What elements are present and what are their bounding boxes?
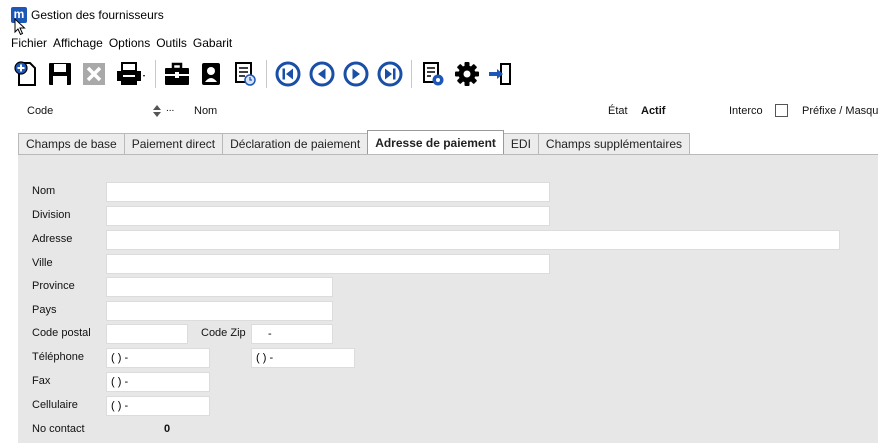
interco-checkbox[interactable] (775, 104, 788, 117)
print-icon (117, 62, 145, 85)
province-label: Province (32, 280, 75, 292)
toolbar-separator (411, 60, 412, 88)
code-postal-label: Code postal (32, 327, 91, 339)
toolbar (11, 56, 516, 92)
telephone-input[interactable]: ( ) - (106, 348, 210, 368)
code-postal-input[interactable] (106, 324, 188, 344)
tab-paiement-direct[interactable]: Paiement direct (123, 133, 224, 154)
exit-icon (489, 63, 511, 85)
delete-button[interactable] (79, 59, 109, 89)
interco-label: Interco (729, 105, 763, 117)
menu-outils[interactable]: Outils (156, 36, 187, 54)
toolbar-separator (155, 60, 156, 88)
no-contact-label: No contact (32, 423, 85, 435)
report-settings-button[interactable] (418, 59, 448, 89)
no-contact-value: 0 (164, 423, 171, 435)
ville-input[interactable] (106, 254, 550, 274)
contact-card-icon (202, 63, 220, 85)
division-input[interactable] (106, 206, 550, 226)
code-label: Code (27, 105, 54, 117)
calendar-icon (235, 62, 256, 86)
tab-strip: Champs de base Paiement direct Déclarati… (18, 130, 690, 154)
spinner-arrows-icon (153, 105, 161, 117)
nom-input[interactable] (106, 182, 550, 202)
code-lookup-button[interactable]: ... (166, 103, 174, 114)
pays-input[interactable] (106, 301, 333, 321)
contact-card-button[interactable] (196, 59, 226, 89)
exit-button[interactable] (486, 59, 516, 89)
save-button[interactable] (45, 59, 75, 89)
delete-icon (83, 63, 105, 85)
tab-champs-supplementaires[interactable]: Champs supplémentaires (537, 133, 690, 154)
fax-input[interactable]: ( ) - (106, 372, 210, 392)
first-record-button[interactable] (273, 59, 303, 89)
window: m Gestion des fournisseurs Fichier Affic… (0, 0, 878, 443)
print-button[interactable] (113, 59, 149, 89)
briefcase-button[interactable] (162, 59, 192, 89)
menu-options[interactable]: Options (109, 36, 150, 54)
new-button[interactable] (11, 59, 41, 89)
tab-declaration-de-paiement[interactable]: Déclaration de paiement (222, 133, 369, 154)
record-header: Code ... Nom État Actif Interco Préfixe … (0, 100, 878, 122)
ville-label: Ville (32, 257, 53, 269)
menu-affichage[interactable]: Affichage (53, 36, 103, 54)
next-record-button[interactable] (341, 59, 371, 89)
window-title: Gestion des fournisseurs (31, 8, 164, 22)
toolbar-separator (266, 60, 267, 88)
settings-button[interactable] (452, 59, 482, 89)
nom-label: Nom (194, 105, 218, 117)
briefcase-icon (165, 62, 189, 85)
code-spinner[interactable] (152, 103, 162, 119)
mouse-cursor-icon (14, 18, 26, 36)
telephone-2-input[interactable]: ( ) - (251, 348, 355, 368)
last-icon (377, 61, 403, 87)
last-record-button[interactable] (375, 59, 405, 89)
etat-value: Actif (641, 105, 666, 117)
menu-gabarit[interactable]: Gabarit (193, 36, 232, 54)
new-icon (14, 61, 36, 86)
code-zip-label: Code Zip (201, 327, 246, 339)
prefixe-label: Préfixe / Masque (802, 105, 878, 117)
division-label: Division (32, 209, 71, 221)
province-input[interactable] (106, 277, 333, 297)
menu-fichier[interactable]: Fichier (11, 36, 47, 54)
tab-edi[interactable]: EDI (502, 133, 539, 154)
telephone-label: Téléphone (32, 351, 84, 363)
next-icon (343, 61, 369, 87)
report-settings-icon (423, 62, 444, 86)
fax-label: Fax (32, 375, 51, 387)
title-bar: m Gestion des fournisseurs (11, 6, 164, 24)
previous-record-button[interactable] (307, 59, 337, 89)
tab-champs-de-base[interactable]: Champs de base (18, 133, 125, 154)
cellulaire-input[interactable]: ( ) - (106, 396, 210, 416)
adresse-paiement-panel: Nom Division Adresse Ville Province Pays… (18, 154, 878, 443)
save-icon (49, 63, 71, 85)
menu-bar: Fichier Affichage Options Outils Gabarit (11, 36, 232, 54)
first-icon (275, 61, 301, 87)
adresse-input[interactable] (106, 230, 840, 250)
nom-field-label: Nom (32, 185, 56, 197)
etat-label: État (608, 105, 628, 117)
pays-label: Pays (32, 304, 57, 316)
gear-icon (455, 62, 479, 86)
tab-adresse-de-paiement[interactable]: Adresse de paiement (367, 130, 504, 154)
code-zip-input[interactable]: - (251, 324, 333, 344)
calendar-button[interactable] (230, 59, 260, 89)
previous-icon (309, 61, 335, 87)
adresse-label: Adresse (32, 233, 73, 245)
cellulaire-label: Cellulaire (32, 399, 78, 411)
